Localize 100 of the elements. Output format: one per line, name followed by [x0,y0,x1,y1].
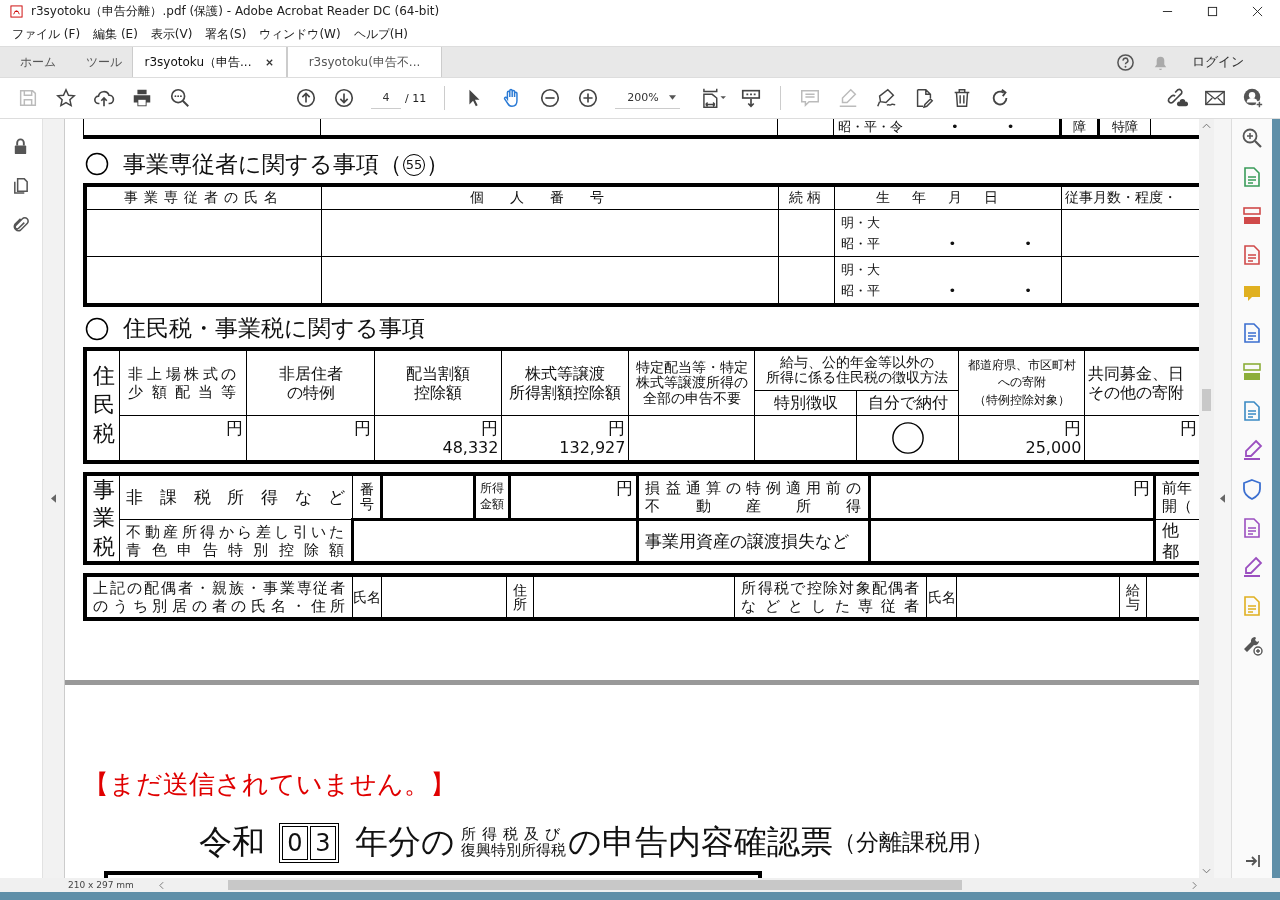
window-title: r3syotoku（申告分離）.pdf (保護) - Adobe Acrobat Reader DC (64-bit) [31,2,440,20]
date-dot: • [1024,235,1032,254]
header-text: 非上場株式の [128,364,239,383]
shield-icon[interactable] [1241,478,1263,500]
unit-label: 円 [225,417,244,438]
arrow-down-icon[interactable] [333,87,355,109]
expand-right-panel-icon[interactable] [1220,494,1226,503]
document-icon[interactable] [1241,166,1263,188]
circle-icon [84,316,109,341]
subtitle-text: （分離課税用） [832,828,994,858]
era-label: 明・大 [841,261,882,280]
scrollbar-thumb[interactable] [228,880,962,890]
column-header: 生年月日 [834,184,1062,210]
table-cell: 特障 [1098,119,1151,137]
menu-item[interactable]: ファイル (F) [12,25,81,43]
paperclip-icon[interactable] [11,215,31,234]
header-text: の特例 [285,382,336,403]
date-dot: • [1024,282,1032,301]
zoom-icon[interactable] [1241,127,1263,149]
field-label: 金額 [479,496,506,513]
circle-icon [84,152,109,177]
header-text: への寄附 [996,374,1047,392]
maximize-icon[interactable] [1207,5,1218,17]
scroll-mode-icon[interactable] [739,87,762,109]
add-user-icon[interactable] [1242,87,1264,109]
star-icon[interactable] [55,87,77,109]
date-dot: • [948,282,957,301]
section-title: 事業専従者に関する事項（ 55 ） [122,149,449,179]
document-icon[interactable] [1241,322,1263,344]
row-label: 不動産所得から差し引いた [126,522,346,541]
search-icon[interactable] [169,87,191,109]
unit-label: 円 [1178,417,1197,438]
pdf-icon [10,4,23,18]
amount-value: 25,000 [1024,437,1082,458]
pen-icon[interactable] [1241,556,1263,578]
header-text: 所得割額控除額 [508,382,623,403]
header-text: 全部の申告不要 [641,390,742,407]
document-icon[interactable] [1241,517,1263,539]
header-text: 株式等譲渡所得の [634,375,749,391]
field-label: 氏名 [352,575,382,620]
field-label: 氏名 [926,575,957,620]
header-text: 配当割額 [405,363,472,383]
row-label: のうち別居の者の氏名・住所 [92,597,347,616]
row-label: 不動産所得 [645,496,863,515]
header-text: 給与、公的年金等以外の [778,354,935,370]
tab[interactable]: r3syotoku（申告... [132,47,287,77]
zoom-dropdown[interactable]: 200% [615,87,680,109]
pen-icon[interactable] [1241,439,1263,461]
menu-item[interactable]: ウィンドウ(W) [259,25,341,43]
date-dot: • [1006,119,1015,135]
unit-label: 円 [353,417,372,438]
row-label: 青色申告特別控除額 [126,540,346,559]
header-text: 非居住者 [277,363,344,383]
unit-label: 円 [615,477,634,498]
arrow-up-icon[interactable] [295,87,317,109]
tax-name: 所得税及び [460,827,566,843]
menu-item[interactable]: ヘルプ(H) [353,25,409,43]
header-text: 特定配当等・特定 [634,359,749,375]
row-label: 損益通算の特例適用前の [645,478,863,497]
print-icon[interactable] [131,87,153,109]
header-text: 控除額 [413,382,464,403]
warning-message: 【まだ送信されていません。】 [81,768,457,802]
year-digit: 3 [309,825,336,860]
header-text: その他の寄附 [1088,382,1186,403]
title-text: 年分の [354,821,455,864]
era-label: 明・大 [841,214,882,233]
close-icon[interactable] [1252,5,1263,17]
login-button[interactable]: ログイン [1186,47,1250,77]
page-size-label: 210 x 297 mm [67,880,135,890]
title-text: の申告内容確認票 [567,821,833,864]
unit-label: 円 [1132,477,1151,498]
expand-left-panel-icon[interactable] [50,494,56,503]
row-label: 所得税で控除対象配偶者 [741,579,921,598]
menu-item[interactable]: 表示(V) [150,25,193,43]
menu-item[interactable]: 編集 (E) [93,25,138,43]
help-icon[interactable] [1116,52,1135,72]
pen-icon[interactable] [874,87,897,109]
scrollbar-thumb[interactable] [1202,389,1212,411]
row-label: 前年 [1162,479,1194,498]
unit-label: 円 [607,417,626,438]
link-cloud-icon[interactable] [1166,87,1188,109]
tab[interactable]: r3syotoku(申告不... [287,47,442,77]
copy-icon[interactable] [11,176,31,195]
column-header: 個人番号 [321,184,779,210]
date-dot: • [948,235,957,254]
row-label: などとした専従者 [741,597,921,616]
era-label: 昭・平 [841,282,881,301]
tax-name: 復興特別所得税 [460,842,566,859]
document-icon[interactable] [1241,400,1263,422]
close-icon[interactable] [265,57,275,67]
layout-icon[interactable] [1241,205,1263,227]
header-text: 所得に係る住民税の徴収方法 [764,370,949,386]
menu-item[interactable]: 署名(S) [205,25,247,43]
zoom-out-icon[interactable] [539,87,562,109]
page-count: / 11 [405,91,427,105]
document-icon[interactable] [1241,244,1263,266]
unit-label: 円 [1063,417,1082,438]
zoom-in-icon[interactable] [577,87,600,109]
unit-label: 円 [480,417,499,438]
section-title: 住民税・事業税に関する事項 [122,314,425,344]
